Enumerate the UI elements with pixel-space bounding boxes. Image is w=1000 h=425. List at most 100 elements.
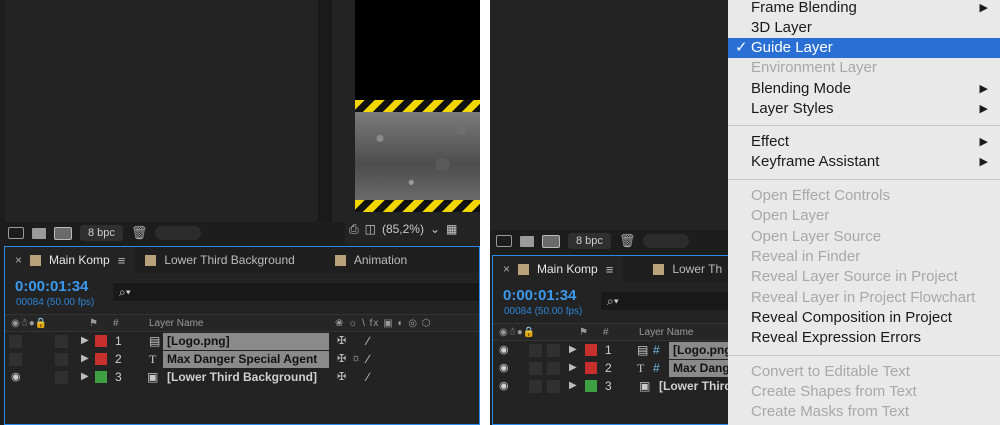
visibility-toggle[interactable] bbox=[9, 335, 22, 348]
lock-toggle[interactable] bbox=[547, 344, 560, 357]
layer-row[interactable]: ◉ ▶ 3 ▣ [Lower Third bbox=[493, 378, 741, 395]
comp-swatch-icon bbox=[30, 254, 42, 266]
label-header-icon: ⚑ bbox=[89, 318, 98, 329]
close-icon[interactable]: × bbox=[503, 262, 510, 276]
label-color[interactable] bbox=[95, 371, 107, 383]
menu-item-keyframe-assistant[interactable]: Keyframe Assistant ▶ bbox=[728, 152, 1000, 172]
expand-arrow-icon[interactable]: ▶ bbox=[569, 344, 577, 355]
layer-row[interactable]: ◉ ▶ 3 ▣ [Lower Third Background] ✠ ∕ bbox=[5, 369, 479, 386]
quality-switch[interactable]: ∕ bbox=[367, 334, 369, 348]
shy-switch-icon[interactable]: ✠ bbox=[337, 352, 346, 365]
panel-menu-icon[interactable]: ≡ bbox=[606, 262, 614, 277]
eye-icon[interactable]: ◉ bbox=[499, 361, 509, 374]
layer-row[interactable]: ◉ ▶ 2 T # Max Danger bbox=[493, 360, 743, 377]
layer-row[interactable]: ▶ 2 T Max Danger Special Agent ✠ ☼ ∕ bbox=[5, 351, 479, 368]
menu-item-reveal-expression-errors[interactable]: Reveal Expression Errors bbox=[728, 328, 1000, 348]
tab-main-komp[interactable]: × Main Komp ≡ bbox=[5, 247, 136, 273]
chevron-down-icon[interactable]: ⌄ bbox=[430, 222, 440, 236]
tab-label: Animation bbox=[353, 253, 408, 267]
solo-toggle[interactable] bbox=[529, 362, 542, 375]
menu-item-layer-styles[interactable]: Layer Styles ▶ bbox=[728, 99, 1000, 119]
timeline-tabs: × Main Komp ≡ Lower Third Background Ani… bbox=[5, 247, 479, 273]
tab-main-komp[interactable]: × Main Komp ≡ bbox=[493, 256, 624, 282]
label-color[interactable] bbox=[585, 344, 597, 356]
tab-animation[interactable]: Animation bbox=[325, 247, 417, 273]
submenu-arrow-icon: ▶ bbox=[979, 103, 988, 115]
lock-toggle[interactable] bbox=[547, 362, 560, 375]
composition-layer-icon: ▣ bbox=[639, 379, 651, 393]
new-folder-icon[interactable] bbox=[32, 227, 46, 239]
solo-toggle[interactable] bbox=[529, 344, 542, 357]
quality-switch[interactable]: ∕ bbox=[367, 352, 369, 366]
current-time[interactable]: 0:00:01:34 bbox=[15, 278, 88, 295]
quality-switch[interactable]: ∕ bbox=[367, 370, 369, 384]
project-scrollbar[interactable] bbox=[318, 0, 332, 222]
menu-item-label: Open Layer bbox=[751, 207, 830, 224]
label-color[interactable] bbox=[95, 335, 107, 347]
lock-toggle[interactable] bbox=[55, 371, 68, 384]
region-icon[interactable]: ▦ bbox=[446, 222, 457, 236]
close-icon[interactable]: × bbox=[15, 253, 22, 267]
image-layer-icon: ▤ bbox=[637, 343, 649, 357]
menu-item-frame-blending[interactable]: Frame Blending ▶ bbox=[728, 0, 1000, 18]
project-toolbar: 8 bpc 🗑 bbox=[496, 230, 690, 252]
menu-item-guide-layer[interactable]: ✓ Guide Layer bbox=[728, 38, 1000, 58]
eye-icon[interactable]: ◉ bbox=[11, 370, 21, 383]
expand-arrow-icon[interactable]: ▶ bbox=[81, 335, 89, 346]
menu-item-open-layer-source: Open Layer Source bbox=[728, 227, 1000, 247]
tab-lower-third[interactable]: Lower Th bbox=[643, 256, 732, 282]
expand-arrow-icon[interactable]: ▶ bbox=[569, 362, 577, 373]
trash-icon[interactable]: 🗑 bbox=[131, 225, 148, 241]
snapshot-icon[interactable]: ⎙ bbox=[349, 222, 359, 237]
project-panel bbox=[5, 0, 345, 222]
layer-name[interactable]: [Logo.png] bbox=[163, 333, 329, 350]
layer-row[interactable]: ▶ 1 ▤ [Logo.png] ✠ ∕ bbox=[5, 333, 479, 350]
label-color[interactable] bbox=[585, 362, 597, 374]
bit-depth-button[interactable]: 8 bpc bbox=[80, 225, 123, 241]
label-color[interactable] bbox=[585, 380, 597, 392]
menu-item-reveal-composition[interactable]: Reveal Composition in Project bbox=[728, 308, 1000, 328]
text-layer-icon: T bbox=[149, 352, 157, 366]
comp-swatch-icon bbox=[518, 263, 530, 275]
lock-toggle[interactable] bbox=[55, 353, 68, 366]
menu-item-create-masks: Create Masks from Text bbox=[728, 402, 1000, 422]
eye-icon[interactable]: ◉ bbox=[499, 343, 509, 356]
visibility-toggle[interactable] bbox=[9, 353, 22, 366]
new-composition-icon[interactable] bbox=[54, 226, 72, 240]
eye-icon[interactable]: ◉ bbox=[499, 379, 509, 392]
trash-icon[interactable]: 🗑 bbox=[619, 233, 636, 249]
menu-item-blending-mode[interactable]: Blending Mode ▶ bbox=[728, 79, 1000, 99]
layer-name[interactable]: Max Danger Special Agent bbox=[163, 351, 329, 368]
label-color[interactable] bbox=[95, 353, 107, 365]
monitor-icon[interactable]: ◫ bbox=[365, 222, 376, 236]
layer-row[interactable]: ◉ ▶ 1 ▤ # [Logo.png] bbox=[493, 342, 743, 359]
layer-search-input[interactable]: ⌕▾ bbox=[113, 283, 479, 301]
bit-depth-button[interactable]: 8 bpc bbox=[568, 233, 611, 249]
solo-toggle[interactable] bbox=[529, 380, 542, 393]
new-composition-icon[interactable] bbox=[542, 234, 560, 248]
lock-toggle[interactable] bbox=[55, 335, 68, 348]
tab-lower-third-background[interactable]: Lower Third Background bbox=[135, 247, 305, 273]
lock-toggle[interactable] bbox=[547, 380, 560, 393]
new-folder-icon[interactable] bbox=[520, 235, 534, 247]
menu-item-effect[interactable]: Effect ▶ bbox=[728, 132, 1000, 152]
expand-arrow-icon[interactable]: ▶ bbox=[569, 380, 577, 391]
submenu-arrow-icon: ▶ bbox=[979, 83, 988, 95]
zoom-select[interactable]: (85,2%) bbox=[382, 222, 424, 236]
expand-arrow-icon[interactable]: ▶ bbox=[81, 371, 89, 382]
collapse-switch-icon[interactable]: ☼ bbox=[351, 352, 361, 364]
av-switches-icon: ◉☃●🔒 bbox=[499, 327, 536, 338]
shy-switch-icon[interactable]: ✠ bbox=[337, 334, 346, 347]
expand-arrow-icon[interactable]: ▶ bbox=[81, 353, 89, 364]
layer-name[interactable]: [Lower Third Background] bbox=[163, 369, 329, 386]
menu-item-label: Reveal Layer in Project Flowchart bbox=[751, 289, 976, 306]
menu-item-3d-layer[interactable]: 3D Layer bbox=[728, 18, 1000, 38]
shy-switch-icon[interactable]: ✠ bbox=[337, 370, 346, 383]
current-time[interactable]: 0:00:01:34 bbox=[503, 287, 576, 304]
comp-swatch-icon bbox=[145, 254, 157, 266]
interpret-footage-icon[interactable] bbox=[8, 227, 24, 239]
layer-search-input[interactable]: ⌕▾ bbox=[601, 292, 741, 310]
left-screenshot: ⎙ ◫ (85,2%) ⌄ ▦ 8 bpc 🗑 × Main Komp ≡ Lo… bbox=[0, 0, 480, 425]
panel-menu-icon[interactable]: ≡ bbox=[118, 253, 126, 268]
interpret-footage-icon[interactable] bbox=[496, 235, 512, 247]
